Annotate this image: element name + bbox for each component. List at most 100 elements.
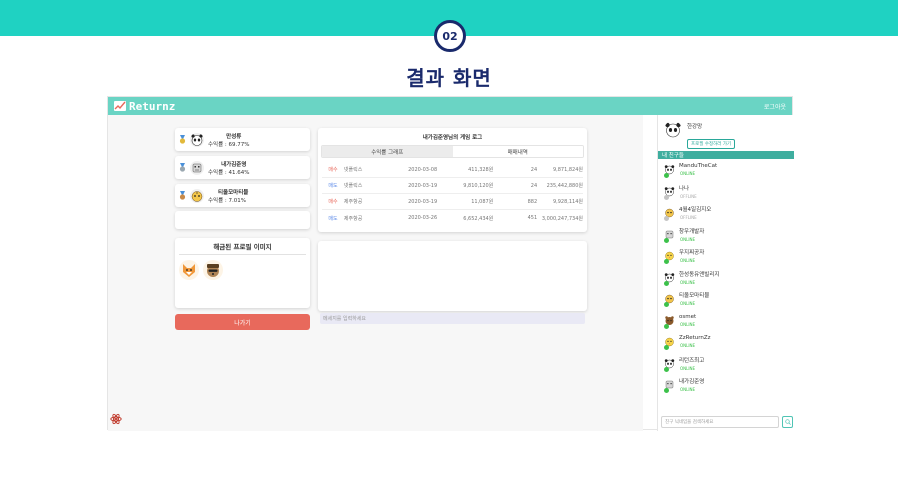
trade-row: 매수 넷플릭스 2020-03-08 411,328원 24 9,871,824… <box>322 162 583 178</box>
friend-item[interactable]: 리턴즈최고 ONLINE <box>658 353 794 375</box>
ranking-card-2: 내가김준영 수익률 : 41.64% <box>175 156 310 179</box>
friend-item[interactable]: 한성동유앤빌리지 ONLINE <box>658 267 794 289</box>
ranking-card-3: 티올모마티뮬 수익률 : 7.01% <box>175 184 310 207</box>
friend-status: ONLINE <box>680 343 696 349</box>
my-profile: 한강망 프로필 수정하러 가기 <box>658 115 794 151</box>
friend-name: osmet <box>679 313 697 320</box>
trade-type: 매수 <box>328 199 338 205</box>
silver-medal-icon <box>179 163 186 172</box>
app-window: Returnz 로그아웃 만성류 수익률 : 69.77% 내가김준영 수익률 : … <box>107 96 794 431</box>
friend-name: 우지찌공자 <box>679 250 705 257</box>
trade-price: 411,328원 <box>468 167 494 173</box>
friend-status: ONLINE <box>680 258 696 264</box>
trade-qty: 24 <box>530 182 538 189</box>
brand-name: Returnz <box>129 99 176 113</box>
trade-date: 2020-03-19 <box>408 198 438 205</box>
game-log-card: 내가김준영님의 게임 로그 수익률 그래프 매매내역 매수 넷플릭스 2020-… <box>318 128 587 232</box>
app-header: Returnz 로그아웃 <box>108 97 792 115</box>
my-nickname: 한강망 <box>687 124 703 130</box>
trade-date: 2020-03-19 <box>408 182 438 189</box>
trade-price: 11,087원 <box>471 199 494 205</box>
trade-stock: 넷플릭스 <box>343 183 363 189</box>
status-dot-icon <box>664 302 669 307</box>
friend-item[interactable]: 창우개발자 ONLINE <box>658 224 794 246</box>
tiger-avatar-icon <box>190 188 204 203</box>
ranking-name: 만성류 <box>226 133 242 140</box>
game-log-title: 내가김준영님의 게임 로그 <box>422 135 483 141</box>
search-button[interactable] <box>782 416 793 428</box>
trade-total: 9,871,824원 <box>552 167 583 173</box>
friend-search-input[interactable]: 친구 닉네임을 검색하세요 <box>661 416 779 428</box>
friend-item[interactable]: 내가김준영 ONLINE <box>658 374 794 396</box>
status-dot-icon <box>664 194 669 200</box>
friend-status: OFFLINE <box>680 193 697 199</box>
trade-row: 매도 제주항공 2020-03-26 6,652,434원 451 3,000,… <box>322 210 583 226</box>
friend-status: ONLINE <box>680 171 696 177</box>
search-icon <box>784 419 791 425</box>
friend-status: OFFLINE <box>680 215 697 221</box>
status-dot-icon <box>664 216 669 221</box>
friend-status: ONLINE <box>680 387 696 393</box>
tab-trade-history[interactable]: 매매내역 <box>452 146 583 157</box>
trade-date: 2020-03-08 <box>408 166 438 173</box>
trade-table: 매수 넷플릭스 2020-03-08 411,328원 24 9,871,824… <box>318 162 587 226</box>
ranking-name: 내가김준영 <box>221 161 247 168</box>
exit-button[interactable]: 나가기 <box>175 314 310 330</box>
friend-status: ONLINE <box>680 321 696 327</box>
friend-list: ManduTheCat ONLINE 나나 OFFLINE 4월4일김지오 OFFLINE… <box>658 159 794 396</box>
status-dot-icon <box>664 173 669 178</box>
status-dot-icon <box>664 345 669 350</box>
friend-item[interactable]: 4월4일김지오 OFFLINE <box>658 202 794 224</box>
ranking-rate: 수익률 : 7.01% <box>208 197 247 204</box>
trade-qty: 882 <box>527 198 538 205</box>
friend-status: ONLINE <box>680 236 696 242</box>
atom-logo-icon[interactable] <box>110 413 122 425</box>
friend-search: 친구 닉네임을 검색하세요 <box>661 416 793 428</box>
fox-icon[interactable] <box>179 260 199 280</box>
friend-name: 내가김준영 <box>679 379 705 386</box>
friend-name: ManduTheCat <box>679 163 718 170</box>
friend-status: ONLINE <box>680 301 696 307</box>
trade-total: 3,000,247,734원 <box>541 215 583 222</box>
friends-sidebar: 한강망 프로필 수정하러 가기 내 친구들 ManduTheCat ONLINE 나… <box>657 115 794 431</box>
edit-profile-button[interactable]: 프로필 수정하러 가기 <box>687 139 736 149</box>
log-tabs: 수익률 그래프 매매내역 <box>321 145 584 158</box>
ranking-empty-card <box>175 211 310 229</box>
ranking-rate: 수익률 : 41.64% <box>208 169 250 176</box>
brand-logo[interactable]: Returnz <box>114 100 175 113</box>
ranking-rate: 수익률 : 69.77% <box>208 141 250 148</box>
chat-input[interactable]: 메세지를 입력하세요 <box>320 313 585 324</box>
status-dot-icon <box>664 323 669 329</box>
trade-price: 6,652,434원 <box>463 215 494 222</box>
friend-item[interactable]: 티올모마티뮬 ONLINE <box>658 288 794 310</box>
main-area: 만성류 수익률 : 69.77% 내가김준영 수익률 : 41.64% 티올모마티뮬… <box>108 115 643 431</box>
status-dot-icon <box>664 366 669 372</box>
friend-name: 4월4일김지오 <box>679 207 712 214</box>
friend-item[interactable]: osmet ONLINE <box>658 310 794 332</box>
friend-item[interactable]: 나나 OFFLINE <box>658 181 794 203</box>
friend-name: ZzReturnZz <box>679 335 711 342</box>
trade-price: 9,810,120원 <box>463 183 494 189</box>
trade-row: 매수 제주항공 2020-03-19 11,087원 882 9,928,114… <box>322 194 583 210</box>
status-dot-icon <box>664 388 669 393</box>
friend-name: 티올모마티뮬 <box>679 293 710 300</box>
friend-item[interactable]: 우지찌공자 ONLINE <box>658 245 794 267</box>
friend-status: ONLINE <box>680 365 696 371</box>
ranking-name: 티올모마티뮬 <box>218 189 249 196</box>
trade-total: 9,928,114원 <box>552 199 583 205</box>
tab-profit-graph[interactable]: 수익률 그래프 <box>322 146 453 157</box>
trade-type: 매수 <box>328 167 338 173</box>
friend-name: 창우개발자 <box>679 228 705 235</box>
trade-total: 235,442,880원 <box>546 183 583 189</box>
gold-medal-icon <box>179 135 186 144</box>
raccoon-icon[interactable] <box>203 260 223 280</box>
friends-header: 내 친구들 <box>658 151 794 159</box>
trade-date: 2020-03-26 <box>408 215 438 221</box>
logout-button[interactable]: 로그아웃 <box>764 102 786 111</box>
friend-item[interactable]: ManduTheCat ONLINE <box>658 159 794 181</box>
friend-item[interactable]: ZzReturnZz ONLINE <box>658 331 794 353</box>
trade-row: 매도 넷플릭스 2020-03-19 9,810,120원 24 235,442… <box>322 178 583 194</box>
step-number-badge: 02 <box>434 20 466 52</box>
trade-stock: 넷플릭스 <box>343 167 363 173</box>
status-dot-icon <box>664 259 669 264</box>
